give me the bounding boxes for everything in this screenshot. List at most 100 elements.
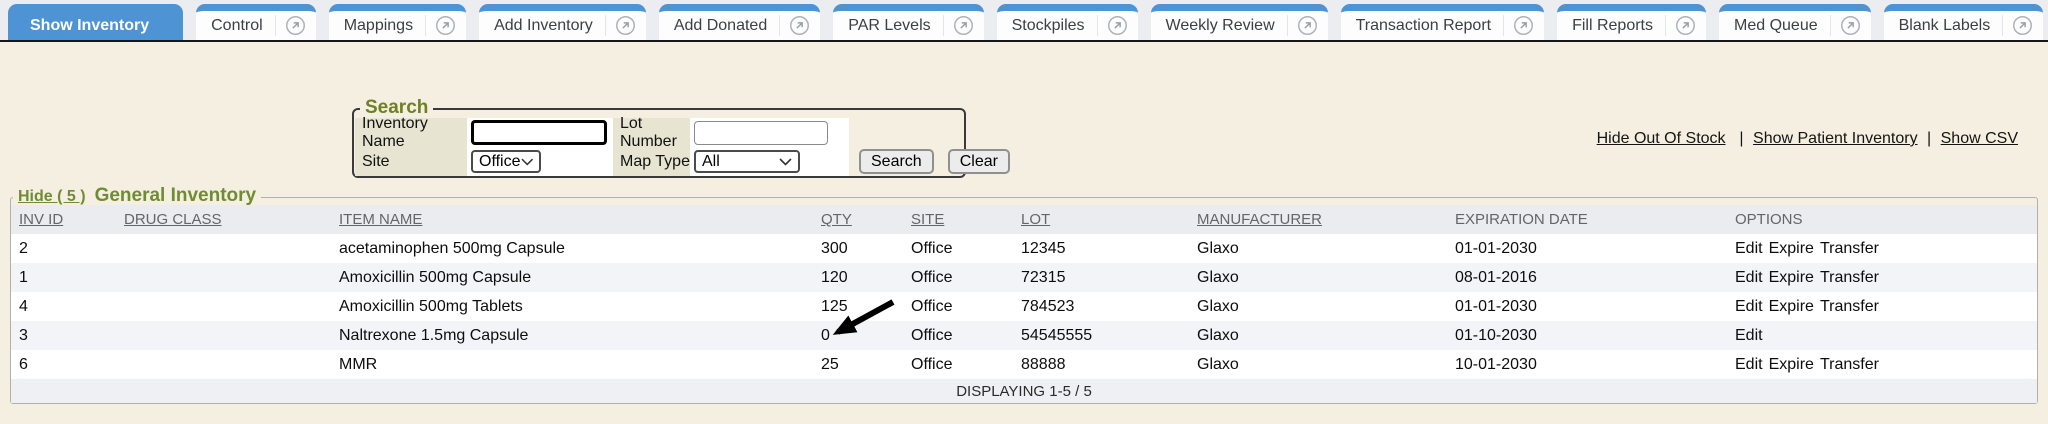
cell-expiration-date: 10-01-2030 (1447, 350, 1727, 379)
tab-fill-reports[interactable]: Fill Reports (1557, 4, 1706, 40)
general-inventory-legend: Hide ( 5 ) General Inventory (13, 185, 261, 207)
cell-manufacturer: Glaxo (1189, 292, 1447, 321)
tab-add-inventory[interactable]: Add Inventory (479, 4, 646, 40)
cell-qty: 125 (813, 292, 903, 321)
cell-drug-class (116, 350, 331, 379)
tab-divider (1287, 15, 1288, 36)
map-type-cell: All (690, 147, 849, 176)
open-in-new-window-icon[interactable] (1297, 15, 1318, 36)
edit-link[interactable]: Edit (1735, 298, 1763, 315)
column-header-label[interactable]: ITEM NAME (339, 211, 422, 228)
edit-link[interactable]: Edit (1735, 327, 1763, 344)
cell-site: Office (903, 292, 1013, 321)
column-header-label[interactable]: SITE (911, 211, 944, 228)
tab-transaction-report[interactable]: Transaction Report (1341, 4, 1544, 40)
tab-label: Blank Labels (1899, 17, 2003, 35)
edit-link[interactable]: Edit (1735, 269, 1763, 286)
tab-divider (425, 15, 426, 36)
cell-qty: 25 (813, 350, 903, 379)
transfer-link[interactable]: Transfer (1820, 240, 1879, 257)
open-in-new-window-icon[interactable] (615, 15, 636, 36)
site-select-value: Office (479, 153, 521, 171)
lot-number-input[interactable] (694, 121, 828, 145)
expire-link[interactable]: Expire (1769, 356, 1814, 373)
site-select[interactable]: Office (471, 150, 541, 173)
column-header-label[interactable]: MANUFACTURER (1197, 211, 1322, 228)
tab-divider (2002, 15, 2003, 36)
cell-inv-id: 6 (11, 350, 116, 379)
open-in-new-window-icon[interactable] (953, 15, 974, 36)
column-header-manufacturer[interactable]: MANUFACTURER (1189, 205, 1447, 234)
open-in-new-window-icon[interactable] (435, 15, 456, 36)
column-header-label[interactable]: INV ID (19, 211, 63, 228)
link-separator: | (1923, 130, 1936, 147)
clear-button[interactable]: Clear (948, 149, 1010, 174)
tab-show-inventory[interactable]: Show Inventory (8, 4, 183, 40)
tab-blank-labels[interactable]: Blank Labels (1884, 4, 2044, 40)
expire-link[interactable]: Expire (1769, 269, 1814, 286)
hide-count-link[interactable]: Hide ( 5 ) (18, 188, 86, 206)
tab-label: Weekly Review (1166, 17, 1287, 35)
search-fieldset: Search Inventory Name Lot Number Site Of… (352, 108, 966, 178)
transfer-link[interactable]: Transfer (1820, 298, 1879, 315)
cell-inv-id: 4 (11, 292, 116, 321)
open-in-new-window-icon[interactable] (1107, 15, 1128, 36)
search-button[interactable]: Search (859, 149, 934, 174)
tab-mappings[interactable]: Mappings (329, 4, 466, 40)
cell-item-name: Amoxicillin 500mg Capsule (331, 263, 813, 292)
transfer-link[interactable]: Transfer (1820, 269, 1879, 286)
table-row: 4Amoxicillin 500mg Tablets125Office78452… (11, 292, 2037, 321)
open-in-new-window-icon[interactable] (2012, 15, 2033, 36)
tab-label: PAR Levels (848, 17, 942, 35)
tab-par-levels[interactable]: PAR Levels (833, 4, 983, 40)
tab-label: Transaction Report (1356, 17, 1503, 35)
table-row: 6MMR25Office88888Glaxo10-01-2030EditExpi… (11, 350, 2037, 379)
open-in-new-window-icon[interactable] (285, 15, 306, 36)
open-in-new-window-icon[interactable] (1513, 15, 1534, 36)
cell-lot: 72315 (1013, 263, 1189, 292)
tab-add-donated[interactable]: Add Donated (659, 4, 820, 40)
cell-inv-id: 3 (11, 321, 116, 350)
column-header-qty[interactable]: QTY (813, 205, 903, 234)
tab-label: Stockpiles (1012, 17, 1097, 35)
cell-site: Office (903, 263, 1013, 292)
chevron-down-icon (521, 158, 534, 166)
tab-control[interactable]: Control (196, 4, 316, 40)
tab-divider (1830, 15, 1831, 36)
tab-bar: Show Inventory Control Mappings Add Invento… (0, 0, 2048, 42)
cell-options: Edit Expire Transfer (1727, 263, 2037, 292)
expire-link[interactable]: Expire (1769, 240, 1814, 257)
tab-divider (275, 15, 276, 36)
column-header-label[interactable]: QTY (821, 211, 852, 228)
open-in-new-window-icon[interactable] (1675, 15, 1696, 36)
transfer-link[interactable]: Transfer (1820, 356, 1879, 373)
edit-link[interactable]: Edit (1735, 356, 1763, 373)
column-header-drug-class[interactable]: DRUG CLASS (116, 205, 331, 234)
tab-stockpiles[interactable]: Stockpiles (997, 4, 1138, 40)
hide-out-of-stock-link[interactable]: Hide Out Of Stock (1597, 130, 1726, 147)
column-header-site[interactable]: SITE (903, 205, 1013, 234)
cell-manufacturer: Glaxo (1189, 234, 1447, 263)
tab-weekly-review[interactable]: Weekly Review (1151, 4, 1328, 40)
expire-link[interactable]: Expire (1769, 298, 1814, 315)
tab-med-queue[interactable]: Med Queue (1719, 4, 1871, 40)
inventory-header-row: INV ID DRUG CLASS ITEM NAME QTY SITE LOT MANUF… (11, 205, 2037, 234)
map-type-select[interactable]: All (694, 150, 800, 173)
open-in-new-window-icon[interactable] (1840, 15, 1861, 36)
inventory-table: INV ID DRUG CLASS ITEM NAME QTY SITE LOT MANUF… (11, 205, 2037, 403)
column-header-label[interactable]: DRUG CLASS (124, 211, 222, 228)
column-header-label[interactable]: LOT (1021, 211, 1050, 228)
inventory-name-input[interactable] (471, 120, 607, 145)
tab-divider (1503, 15, 1504, 36)
cell-site: Office (903, 321, 1013, 350)
column-header-inv-id[interactable]: INV ID (11, 205, 116, 234)
column-header-item-name[interactable]: ITEM NAME (331, 205, 813, 234)
open-in-new-window-icon[interactable] (789, 15, 810, 36)
cell-drug-class (116, 321, 331, 350)
displaying-count: DISPLAYING 1-5 / 5 (11, 379, 2037, 403)
show-patient-inventory-link[interactable]: Show Patient Inventory (1753, 130, 1918, 147)
column-header-lot[interactable]: LOT (1013, 205, 1189, 234)
edit-link[interactable]: Edit (1735, 240, 1763, 257)
show-csv-link[interactable]: Show CSV (1941, 130, 2018, 147)
cell-qty: 300 (813, 234, 903, 263)
